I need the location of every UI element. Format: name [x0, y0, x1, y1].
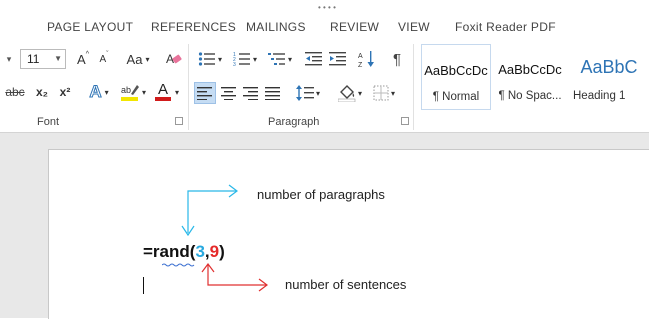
paragraphs-annotation: number of paragraphs [257, 187, 385, 202]
sentences-annotation: number of sentences [285, 277, 407, 292]
annotation-overlay [181, 184, 268, 292]
paragraphs-arrow [181, 184, 238, 237]
sentences-arrow [201, 263, 268, 292]
